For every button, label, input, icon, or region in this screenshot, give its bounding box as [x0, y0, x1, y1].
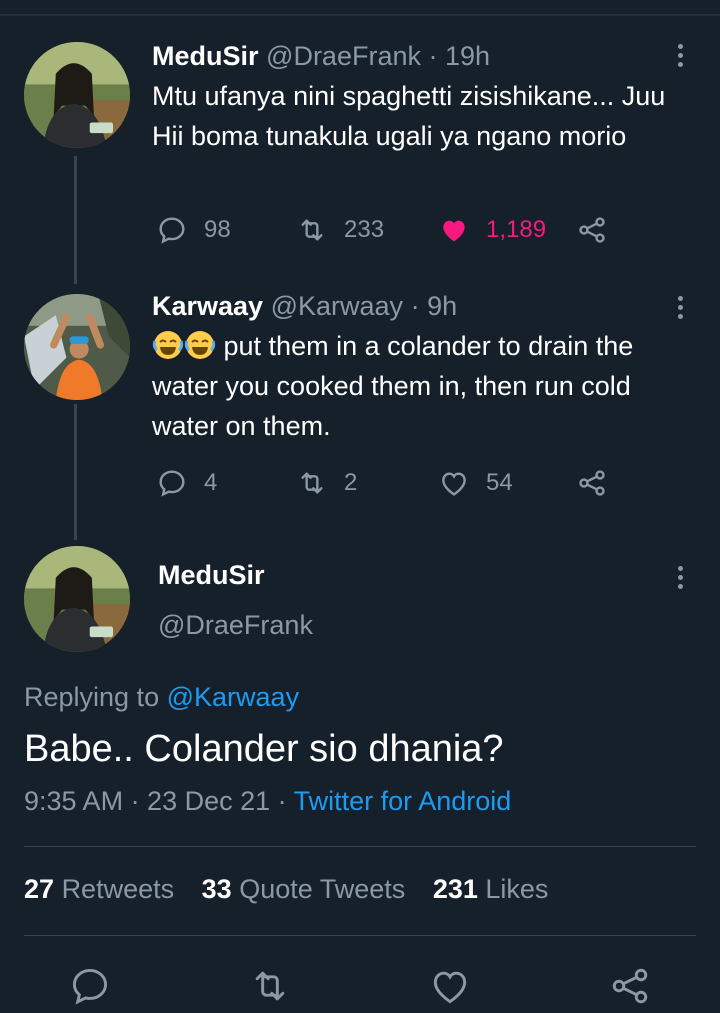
tweet-text: 😂😂 put them in a colander to drain the w…: [152, 326, 700, 446]
more-icon[interactable]: [678, 44, 684, 71]
thread-connector: [74, 404, 77, 540]
likes-stat[interactable]: 231 Likes: [433, 874, 549, 904]
separator-dot: ·: [428, 41, 438, 71]
main-tweet-text: Babe.. Colander sio dhania?: [24, 728, 504, 770]
retweet-count: 2: [344, 469, 358, 496]
tweet[interactable]: MeduSir @DraeFrank · 19h Mtu ufanya nini…: [152, 40, 700, 156]
like-button[interactable]: [428, 964, 472, 1008]
reply-icon: [159, 470, 185, 497]
reply-count: 4: [204, 469, 218, 496]
retweets-stat[interactable]: 27 Retweets: [24, 874, 174, 904]
reply-button[interactable]: [68, 964, 112, 1008]
retweet-count: 233: [344, 216, 385, 243]
retweet-button[interactable]: 233: [296, 212, 384, 248]
retweet-icon: [255, 971, 285, 1001]
tweet-actions: 98 233 1,189: [156, 212, 626, 248]
share-button[interactable]: [576, 465, 624, 501]
author-handle[interactable]: @Karwaay: [271, 291, 403, 321]
like-icon: [442, 472, 466, 496]
tweet-timestamp: 9:35 AM · 23 Dec 21 · Twitter for Androi…: [24, 786, 511, 817]
reply-icon: [159, 217, 185, 244]
main-tweet-actions: [0, 964, 720, 1008]
laughing-emoji-icon: [184, 331, 216, 359]
thread-connector: [74, 156, 77, 284]
laughing-emoji-icon: [152, 331, 184, 359]
replying-to-link[interactable]: @Karwaay: [167, 682, 299, 712]
retweet-icon: [301, 219, 323, 241]
retweet-button[interactable]: 2: [296, 465, 357, 501]
divider: [24, 935, 696, 936]
like-count: 54: [486, 469, 513, 496]
tweet-time[interactable]: 9h: [427, 291, 457, 321]
like-button[interactable]: 54: [438, 465, 513, 501]
tweet-actions: 4 2 54: [156, 465, 626, 501]
like-button[interactable]: 1,189: [438, 212, 546, 248]
timestamp-text[interactable]: 9:35 AM · 23 Dec 21 ·: [24, 786, 294, 816]
replying-to: Replying to @Karwaay: [24, 682, 299, 713]
avatar[interactable]: [24, 294, 130, 400]
author-handle[interactable]: @DraeFrank: [266, 41, 421, 71]
tweet-text: Mtu ufanya nini spaghetti zisishikane...…: [152, 81, 666, 151]
avatar[interactable]: [24, 546, 130, 652]
like-icon: [433, 971, 467, 1004]
like-icon: [443, 220, 465, 242]
tweet[interactable]: Karwaay @Karwaay · 9h 😂😂 put them in a c…: [152, 290, 700, 446]
author-handle[interactable]: @DraeFrank: [158, 610, 313, 641]
top-divider: [0, 14, 720, 16]
share-button[interactable]: [608, 964, 652, 1008]
like-count: 1,189: [486, 216, 547, 243]
tweet-text-content: put them in a colander to drain the wate…: [152, 331, 634, 441]
author-name[interactable]: MeduSir: [158, 560, 265, 591]
tweet-source[interactable]: Twitter for Android: [294, 786, 512, 816]
reply-button[interactable]: 98: [156, 212, 231, 248]
avatar[interactable]: [24, 42, 130, 148]
divider: [24, 846, 696, 847]
separator-dot: ·: [410, 291, 420, 321]
author-name[interactable]: Karwaay: [152, 291, 263, 321]
tweet-time[interactable]: 19h: [445, 41, 490, 71]
reply-button[interactable]: 4: [156, 465, 217, 501]
retweet-icon: [301, 472, 323, 494]
share-button[interactable]: [576, 212, 624, 248]
more-icon[interactable]: [678, 566, 684, 593]
share-icon: [579, 470, 605, 496]
author-name[interactable]: MeduSir: [152, 41, 259, 71]
reply-icon: [72, 968, 108, 1005]
more-icon[interactable]: [678, 296, 684, 323]
retweet-button[interactable]: [248, 964, 292, 1008]
tweet-stats: 27 Retweets 33 Quote Tweets 231 Likes: [24, 874, 568, 905]
quote-tweets-stat[interactable]: 33 Quote Tweets: [202, 874, 406, 904]
reply-count: 98: [204, 216, 231, 243]
share-icon: [612, 968, 648, 1004]
share-icon: [579, 217, 605, 243]
replying-label: Replying to: [24, 682, 160, 712]
